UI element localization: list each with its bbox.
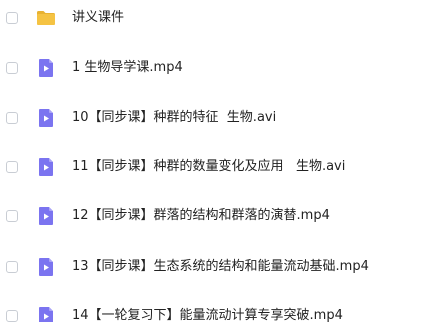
file-name: 12【同步课】群落的结构和群落的演替.mp4: [72, 208, 330, 223]
file-name: 13【同步课】生态系统的结构和能量流动基础.mp4: [72, 259, 369, 274]
folder-icon: [36, 8, 56, 28]
video-file-icon: [36, 206, 56, 226]
list-item[interactable]: 1 生物导学课.mp4: [0, 48, 425, 88]
video-file-icon: [36, 58, 56, 78]
list-item[interactable]: 13【同步课】生态系统的结构和能量流动基础.mp4: [0, 247, 425, 287]
video-file-icon: [36, 257, 56, 277]
file-name: 1 生物导学课.mp4: [72, 60, 183, 75]
file-list: 讲义课件 1 生物导学课.mp4 10【同步课】种群的特征 生物.avi 11【…: [0, 0, 425, 322]
row-checkbox[interactable]: [6, 112, 18, 124]
row-checkbox[interactable]: [6, 62, 18, 74]
file-name: 讲义课件: [72, 10, 125, 25]
video-file-icon: [36, 108, 56, 128]
list-item[interactable]: 12【同步课】群落的结构和群落的演替.mp4: [0, 196, 425, 236]
file-name: 14【一轮复习下】能量流动计算专享突破.mp4: [72, 308, 343, 322]
row-checkbox[interactable]: [6, 161, 18, 173]
row-checkbox[interactable]: [6, 210, 18, 222]
video-file-icon: [36, 306, 56, 322]
video-file-icon: [36, 157, 56, 177]
list-item[interactable]: 讲义课件: [0, 0, 425, 38]
list-item[interactable]: 10【同步课】种群的特征 生物.avi: [0, 98, 425, 138]
file-name: 11【同步课】种群的数量变化及应用 生物.avi: [72, 159, 346, 174]
row-checkbox[interactable]: [6, 12, 18, 24]
file-name: 10【同步课】种群的特征 生物.avi: [72, 110, 277, 125]
row-checkbox[interactable]: [6, 261, 18, 273]
list-item[interactable]: 14【一轮复习下】能量流动计算专享突破.mp4: [0, 296, 425, 322]
list-item[interactable]: 11【同步课】种群的数量变化及应用 生物.avi: [0, 147, 425, 187]
row-checkbox[interactable]: [6, 310, 18, 322]
